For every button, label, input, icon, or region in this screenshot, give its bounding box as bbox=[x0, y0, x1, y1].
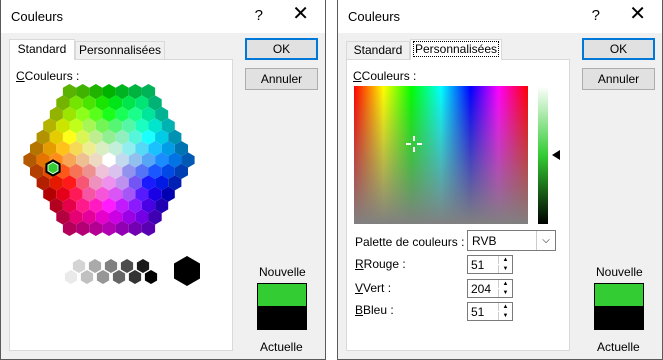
ok-label: OK bbox=[609, 42, 628, 56]
colors-label-text: Couleurs : bbox=[361, 69, 417, 83]
grey-swatch[interactable] bbox=[72, 259, 86, 273]
increment-icon[interactable]: ▲ bbox=[498, 256, 512, 264]
colors-dialog-custom: Couleurs ? ✕ Standard Personnalisées CCo… bbox=[337, 0, 663, 360]
increment-icon[interactable]: ▲ bbox=[498, 303, 512, 311]
tab-standard[interactable]: Standard bbox=[346, 41, 410, 59]
tab-label: Personnalisées bbox=[412, 41, 500, 57]
chevron-down-icon[interactable]: ⌵ bbox=[536, 231, 555, 250]
luminosity-bar[interactable] bbox=[538, 86, 548, 224]
green-value: 204 bbox=[471, 282, 492, 296]
grey-swatch[interactable] bbox=[136, 259, 150, 273]
green-stepper[interactable]: 204 ▲ ▼ bbox=[467, 279, 513, 298]
help-icon[interactable]: ? bbox=[592, 7, 600, 24]
new-color-swatch bbox=[594, 283, 644, 307]
colors-label: CCouleurs : bbox=[353, 69, 417, 83]
grey-swatch[interactable] bbox=[144, 270, 158, 284]
grey-swatch[interactable] bbox=[128, 270, 142, 284]
red-value: 51 bbox=[471, 258, 485, 272]
grey-swatch[interactable] bbox=[64, 270, 78, 284]
blue-value: 51 bbox=[471, 305, 485, 319]
tab-label: Standard bbox=[353, 43, 403, 57]
new-color-swatch bbox=[257, 283, 307, 307]
blue-label-text: Bleu : bbox=[363, 303, 394, 317]
luminosity-arrow-icon[interactable] bbox=[552, 150, 560, 160]
black-swatch[interactable] bbox=[174, 256, 200, 286]
grey-swatch[interactable] bbox=[104, 259, 118, 273]
ok-button[interactable]: OK bbox=[582, 38, 655, 60]
cancel-button[interactable]: Annuler bbox=[245, 68, 318, 90]
current-color-label: Actuelle bbox=[260, 340, 303, 354]
grey-swatches[interactable] bbox=[56, 256, 200, 286]
tab-label: Standard bbox=[17, 42, 67, 56]
grey-swatch[interactable] bbox=[112, 270, 126, 284]
red-stepper[interactable]: 51 ▲ ▼ bbox=[467, 255, 513, 274]
green-label-text: Vert : bbox=[363, 281, 392, 295]
grey-swatch[interactable] bbox=[80, 270, 94, 284]
new-color-label: Nouvelle bbox=[596, 265, 643, 279]
tab-custom[interactable]: Personnalisées bbox=[410, 39, 502, 60]
current-color-swatch bbox=[594, 306, 644, 330]
grey-swatch[interactable] bbox=[88, 259, 102, 273]
red-label-text: Rouge : bbox=[363, 257, 406, 271]
cancel-label: Annuler bbox=[597, 72, 640, 86]
decrement-icon[interactable]: ▼ bbox=[498, 312, 512, 320]
decrement-icon[interactable]: ▼ bbox=[498, 289, 512, 297]
dialog-title: Couleurs bbox=[348, 9, 401, 24]
increment-icon[interactable]: ▲ bbox=[498, 280, 512, 288]
grey-swatch[interactable] bbox=[56, 259, 70, 273]
cancel-button[interactable]: Annuler bbox=[582, 68, 655, 90]
current-color-label: Actuelle bbox=[597, 340, 640, 354]
palette-label: Palette de couleurs : bbox=[355, 235, 465, 249]
colors-dialog-standard: Couleurs ? ✕ Standard Personnalisées CCo… bbox=[0, 0, 326, 360]
current-color-swatch bbox=[257, 306, 307, 330]
new-color-label: Nouvelle bbox=[259, 265, 306, 279]
green-label: VVert : bbox=[355, 281, 392, 295]
ok-label: OK bbox=[272, 42, 291, 56]
close-icon[interactable]: ✕ bbox=[629, 4, 646, 24]
title-bar: Couleurs ? ✕ bbox=[338, 0, 662, 33]
ok-button[interactable]: OK bbox=[245, 38, 318, 60]
dialog-gap bbox=[326, 0, 337, 360]
tab-standard[interactable]: Standard bbox=[9, 39, 75, 60]
cancel-label: Annuler bbox=[260, 72, 303, 86]
grey-swatch[interactable] bbox=[120, 259, 134, 273]
palette-value: RVB bbox=[472, 234, 497, 248]
palette-select[interactable]: RVB ⌵ bbox=[467, 230, 556, 251]
red-label: RRouge : bbox=[355, 257, 406, 271]
grey-swatch[interactable] bbox=[96, 270, 110, 284]
blue-stepper[interactable]: 51 ▲ ▼ bbox=[467, 302, 513, 321]
decrement-icon[interactable]: ▼ bbox=[498, 265, 512, 273]
hex-grid[interactable] bbox=[23, 84, 195, 236]
blue-label: BBleu : bbox=[355, 303, 394, 317]
color-spectrum[interactable] bbox=[354, 86, 528, 224]
crosshair-icon bbox=[406, 136, 422, 152]
